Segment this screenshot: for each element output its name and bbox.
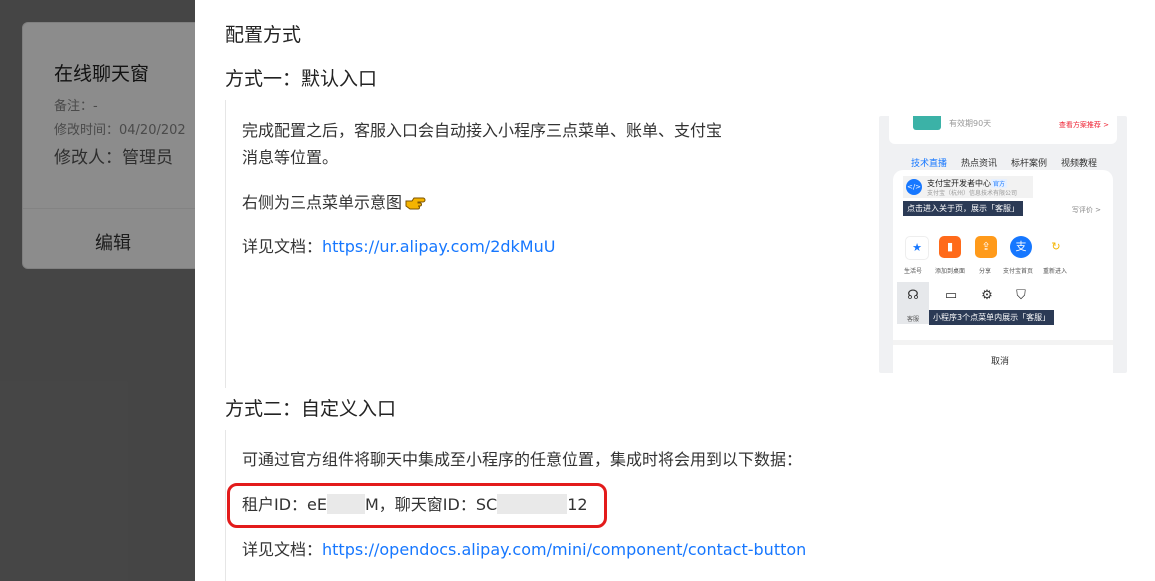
- method-one-doc-row: 详见文档：https://ur.alipay.com/2dkMuU: [242, 234, 555, 260]
- phone-top-text: 有效期90天: [949, 119, 992, 128]
- phone-tab: 热点资讯: [961, 159, 998, 169]
- menu-label: 生活号: [904, 268, 923, 275]
- shield-icon: ⛉: [1016, 288, 1026, 303]
- config-heading: 配置方式: [225, 24, 302, 46]
- method-two-doc-row: 详见文档：https://opendocs.alipay.com/mini/co…: [242, 537, 806, 563]
- menu-label: 分享: [979, 268, 992, 275]
- star-icon: ★: [905, 236, 929, 260]
- method-one-desc-line1: 完成配置之后，客服入口会自动接入小程序三点菜单、账单、支付宝: [242, 121, 723, 140]
- developer-row: </> 支付宝开发者中心 官方 支付宝（杭州）信息技术有限公司: [903, 176, 1033, 198]
- reload-icon: ↻: [1045, 236, 1067, 258]
- about-tip: 点击进入关于页，展示「客服」: [903, 201, 1023, 216]
- config-drawer: 配置方式 方式一：默认入口 完成配置之后，客服入口会自动接入小程序三点菜单、账单…: [195, 0, 1155, 581]
- menu-label: 重新进入: [1043, 268, 1068, 275]
- method-two-desc: 可通过官方组件将聊天中集成至小程序的任意位置，集成时将会用到以下数据：: [242, 450, 803, 469]
- menu-label: 添加到桌面: [935, 268, 966, 275]
- feedback-link: 写评价 >: [1071, 206, 1101, 214]
- phone-top-card: 有效期90天 查看方案推荐 >: [889, 116, 1117, 144]
- method-one-desc-line2: 消息等位置。: [242, 148, 339, 167]
- method-one-heading: 方式一：默认入口: [225, 68, 378, 90]
- method-two-doc-link[interactable]: https://opendocs.alipay.com/mini/compone…: [322, 540, 806, 559]
- phone-tab: 标杆案例: [1011, 159, 1048, 169]
- cancel-label: 取消: [991, 357, 1010, 367]
- tablet-icon: ▭: [944, 288, 958, 303]
- pointer-text: 右侧为三点菜单示意图: [242, 193, 403, 212]
- menu-label-service: 客服: [907, 316, 920, 323]
- phone-top-link: 查看方案推荐 >: [1058, 121, 1109, 129]
- alipay-icon: 支: [1010, 236, 1032, 258]
- app-icon: [913, 116, 941, 130]
- menu-tip: 小程序3个点菜单内展示「客服」: [929, 310, 1055, 325]
- menu-label: 支付宝首页: [1003, 268, 1034, 275]
- menu-sheet: </> 支付宝开发者中心 官方 支付宝（杭州）信息技术有限公司 点击进入关于页，…: [893, 170, 1113, 373]
- cancel-bar: 取消: [893, 340, 1113, 373]
- doc-prefix: 详见文档：: [242, 540, 323, 559]
- method-one-block: 完成配置之后，客服入口会自动接入小程序三点菜单、账单、支付宝 消息等位置。 右侧…: [225, 100, 722, 388]
- desktop-icon: ▮: [939, 236, 961, 258]
- official-badge: 官方: [991, 179, 1008, 188]
- id-highlight-box: [227, 483, 607, 528]
- three-dot-menu-screenshot: 有效期90天 查看方案推荐 > 技术直播 热点资讯 标杆案例 视频教程 </> …: [879, 116, 1127, 373]
- pointing-hand-icon: [405, 197, 426, 210]
- method-one-doc-link[interactable]: https://ur.alipay.com/2dkMuU: [322, 237, 555, 256]
- method-two-heading: 方式二：自定义入口: [225, 398, 397, 420]
- developer-logo-icon: </>: [906, 179, 922, 195]
- headset-icon: ☊: [907, 288, 919, 303]
- method-two-block: 可通过官方组件将聊天中集成至小程序的任意位置，集成时将会用到以下数据： 租户ID…: [225, 430, 806, 581]
- phone-tab: 技术直播: [911, 159, 948, 169]
- doc-prefix: 详见文档：: [242, 237, 323, 256]
- settings-icon: ⚙: [981, 288, 993, 303]
- phone-tab: 视频教程: [1061, 159, 1098, 169]
- developer-sub: 支付宝（杭州）信息技术有限公司: [927, 190, 1018, 197]
- share-icon: ⇪: [975, 236, 997, 258]
- pointer-text-row: 右侧为三点菜单示意图: [242, 190, 426, 216]
